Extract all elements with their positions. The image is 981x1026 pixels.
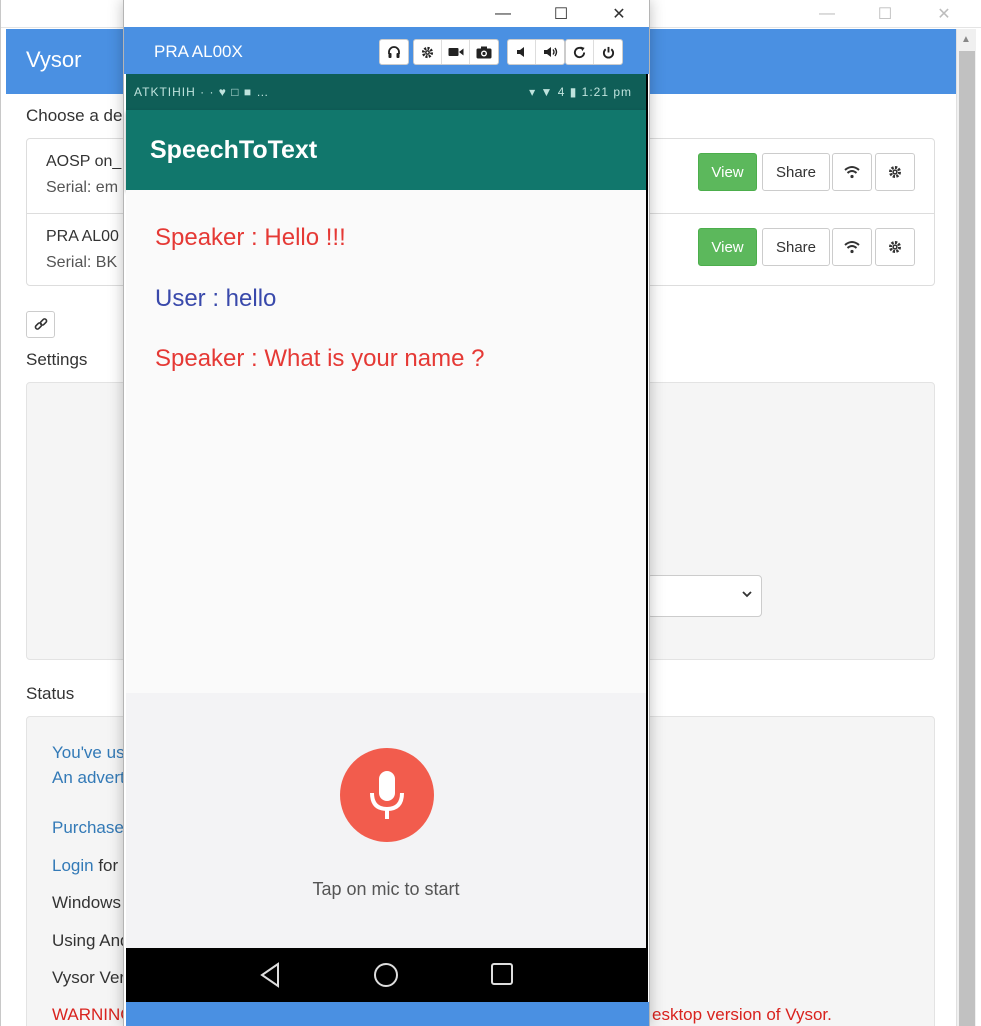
volume-up-icon [543,47,557,57]
link-icon [34,317,47,330]
tap-hint-text: Tap on mic to start [312,879,460,899]
home-icon[interactable] [373,962,399,988]
audio-group [379,39,409,65]
device-settings-button[interactable] [875,228,915,266]
gear-icon [889,166,901,178]
view-button[interactable]: View [698,228,757,266]
login-suffix: for [93,856,119,875]
speaker-message: Speaker : Hello !!! [155,224,346,251]
close-icon[interactable]: ✕ [915,0,973,28]
rotate-button[interactable] [566,40,594,64]
mic-area: Tap on mic to start [126,693,646,948]
power-icon [602,46,614,58]
device-titlebar: — ☐ ✕ [124,0,649,28]
scrollbar-thumb[interactable] [959,51,975,1026]
record-button[interactable] [442,40,470,64]
settings-label: Settings [26,350,88,369]
device-footer-bar [126,1002,649,1026]
status-bar-left: ATKTIHIH · · ♥ □ ■ … [134,85,270,99]
android-nav-bar [126,948,646,1002]
wifi-icon [844,241,860,254]
screenshot-button[interactable] [470,40,498,64]
device-name: AOSP on_ [46,153,122,170]
device-serial: Serial: em [46,179,119,196]
status-version-text: Vysor Ver [52,968,126,987]
settings-select[interactable] [647,575,762,617]
status-usage-text: You've us [52,743,125,762]
power-group [565,39,623,65]
maximize-icon[interactable]: ☐ [856,0,914,28]
app-bar: SpeechToText [126,110,646,190]
device-mirror-window: — ☐ ✕ PRA AL00X ATKTIHIH · · ♥ □ ■ … ▾ ▼… [123,0,650,1026]
status-label: Status [26,684,75,703]
user-message: User : hello [155,285,277,312]
microphone-icon [370,771,404,819]
wifi-button[interactable] [832,153,872,191]
mic-button[interactable] [340,748,434,842]
status-ad-text: An advert [52,768,125,787]
close-icon[interactable]: ✕ [590,0,648,28]
status-warning-tail: esktop version of Vysor. [652,1005,832,1024]
status-android-text: Using And [52,931,130,950]
headphones-icon [388,46,400,58]
device-header: PRA AL00X [124,27,649,74]
connect-link-button[interactable] [26,311,55,338]
wifi-button[interactable] [832,228,872,266]
volume-group [507,39,565,65]
rotate-icon [573,45,586,58]
chevron-down-icon [742,591,752,598]
video-icon [448,48,463,56]
gear-icon [421,46,434,58]
conversation-area: Speaker : Hello !!! User : hello Speaker… [126,190,646,948]
status-bar-right: ▾ ▼ 4 ▮ 1:21 pm [529,85,632,99]
maximize-icon[interactable]: ☐ [532,0,590,28]
app-bar-title: SpeechToText [150,136,318,164]
headphones-button[interactable] [380,40,408,64]
power-button[interactable] [594,40,622,64]
share-button[interactable]: Share [762,153,830,191]
volume-down-icon [516,47,524,57]
choose-device-label: Choose a de [26,106,123,125]
camera-icon [476,46,492,58]
android-status-bar: ATKTIHIH · · ♥ □ ■ … ▾ ▼ 4 ▮ 1:21 pm [126,74,646,110]
scroll-up-icon[interactable]: ▲ [961,34,971,45]
scrollbar[interactable]: ▲ [956,29,976,1026]
device-settings-button[interactable] [875,153,915,191]
device-title: PRA AL00X [154,42,243,61]
recents-icon[interactable] [490,962,514,986]
capture-group [413,39,499,65]
purchase-link[interactable]: Purchase [52,818,124,838]
volume-up-button[interactable] [536,40,564,64]
device-serial: Serial: BK [46,254,118,271]
status-warning-text: WARNING [52,1005,134,1024]
status-windows-text: Windows [52,893,121,912]
minimize-icon[interactable]: — [798,0,856,28]
settings-button[interactable] [414,40,442,64]
login-line: Login for [52,856,118,876]
minimize-icon[interactable]: — [474,0,532,28]
app-title: Vysor [26,47,82,72]
login-link[interactable]: Login [52,856,94,875]
volume-down-button[interactable] [508,40,536,64]
gear-icon [889,241,901,253]
share-button[interactable]: Share [762,228,830,266]
device-name: PRA AL00 [46,228,119,245]
speaker-message: Speaker : What is your name ? [155,345,485,372]
wifi-icon [844,166,860,179]
view-button[interactable]: View [698,153,757,191]
back-icon[interactable] [259,962,281,988]
phone-screen[interactable]: ATKTIHIH · · ♥ □ ■ … ▾ ▼ 4 ▮ 1:21 pm Spe… [126,74,649,1026]
